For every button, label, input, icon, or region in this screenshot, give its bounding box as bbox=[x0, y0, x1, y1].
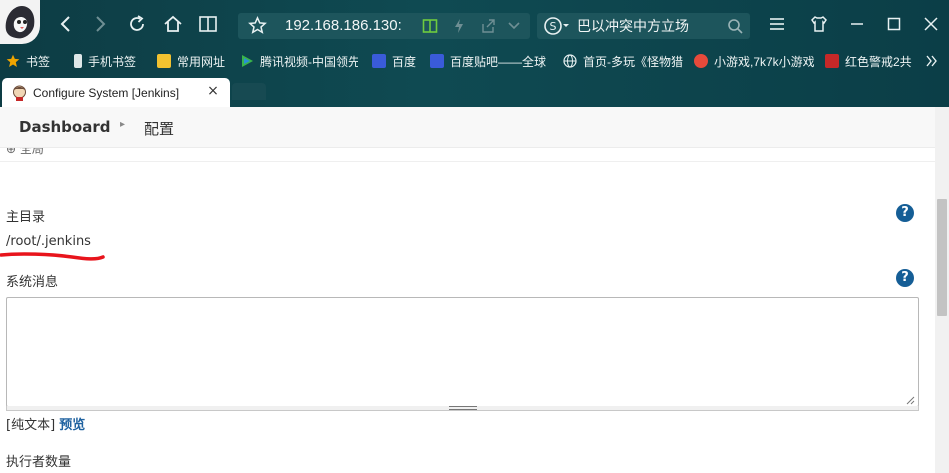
browser-chrome: 192.168.186.130:8 S 巴以冲突中方立场 书签 手机书签 常用网… bbox=[0, 0, 949, 107]
search-box[interactable]: S 巴以冲突中方立场 bbox=[537, 13, 750, 39]
page-scrollbar[interactable] bbox=[935, 107, 949, 473]
baidu-paw-icon bbox=[430, 54, 444, 68]
breadcrumb-separator-icon: ▸ bbox=[120, 119, 126, 130]
corner-resize-icon[interactable] bbox=[905, 395, 915, 405]
breadcrumb-current[interactable]: 配置 bbox=[144, 118, 174, 139]
home-directory-value: /root/.jenkins bbox=[6, 234, 91, 249]
star-icon bbox=[6, 54, 20, 68]
search-icon[interactable] bbox=[727, 18, 743, 38]
tab-close-button[interactable]: × bbox=[204, 82, 222, 100]
bookmark-item[interactable]: 首页-多玩《怪物猎 bbox=[563, 52, 683, 70]
partially-scrolled-section: ⊕ 全局 bbox=[0, 148, 935, 162]
bookmark-label: 手机书签 bbox=[88, 54, 137, 69]
svg-text:S: S bbox=[550, 20, 557, 33]
sidebar-panel-icon bbox=[199, 16, 217, 32]
bookmark-label: 书签 bbox=[26, 54, 51, 69]
bookmark-label: 首页-多玩《怪物猎 bbox=[583, 54, 683, 69]
partial-section-label: ⊕ 全局 bbox=[6, 148, 44, 156]
sidebar-button[interactable] bbox=[194, 10, 222, 38]
balloon-icon bbox=[694, 54, 708, 68]
textarea-resize-handle[interactable] bbox=[6, 406, 919, 411]
user-avatar[interactable] bbox=[0, 0, 40, 44]
close-icon bbox=[924, 17, 938, 31]
breadcrumb-dashboard-link[interactable]: Dashboard bbox=[19, 118, 110, 136]
markup-format-row: [纯文本] 预览 bbox=[6, 414, 85, 433]
plain-text-label: [纯文本] bbox=[6, 418, 56, 433]
preview-link[interactable]: 预览 bbox=[59, 418, 85, 433]
breadcrumb: Dashboard ▸ 配置 bbox=[0, 107, 935, 148]
tencent-video-icon bbox=[240, 54, 254, 68]
home-directory-help-icon[interactable]: ? bbox=[896, 204, 914, 222]
chevron-left-icon bbox=[60, 16, 70, 32]
executors-label: 执行者数量 bbox=[6, 455, 72, 470]
jia-icon bbox=[825, 54, 839, 68]
bookmarks-bar: 书签 手机书签 常用网址 腾讯视频-中国领先 百度 百度贴吧——全球 首页-多玩… bbox=[0, 48, 949, 74]
bookmark-label: 百度贴吧——全球 bbox=[450, 54, 547, 69]
scrollbar-thumb[interactable] bbox=[937, 199, 947, 316]
jenkins-configure-page: Dashboard ▸ 配置 ⊕ 全局 主目录 ? /root/.jenkins… bbox=[0, 107, 935, 473]
bookmark-star-icon[interactable] bbox=[248, 16, 267, 39]
folder-icon bbox=[157, 54, 171, 68]
lightning-icon[interactable] bbox=[452, 18, 466, 38]
double-chevron-right-icon bbox=[926, 55, 937, 67]
maximize-button[interactable] bbox=[880, 10, 908, 38]
tab-title: Configure System [Jenkins] bbox=[33, 86, 180, 100]
bookmark-label: 小游戏,7k7k小游戏 bbox=[714, 54, 814, 69]
close-window-button[interactable] bbox=[917, 10, 945, 38]
share-icon[interactable] bbox=[480, 18, 496, 38]
forward-button[interactable] bbox=[87, 10, 115, 38]
bookmark-item[interactable]: 常用网址 bbox=[157, 52, 231, 70]
bookmark-label: 百度 bbox=[392, 54, 417, 69]
bookmark-label: 常用网址 bbox=[177, 54, 226, 69]
shirt-icon bbox=[811, 16, 827, 32]
home-icon bbox=[164, 15, 182, 32]
bookmark-label: 红色警戒2共 bbox=[845, 54, 912, 69]
maximize-icon bbox=[887, 17, 901, 31]
bookmark-item[interactable]: 书签 bbox=[6, 52, 56, 70]
reload-icon bbox=[130, 15, 144, 31]
bookmark-label: 腾讯视频-中国领先 bbox=[260, 54, 358, 69]
red-underline-annotation bbox=[0, 252, 105, 261]
home-button[interactable] bbox=[159, 10, 187, 38]
back-button[interactable] bbox=[51, 10, 79, 38]
search-engine-icon[interactable]: S bbox=[543, 16, 571, 40]
tab-strip: Configure System [Jenkins] × bbox=[0, 76, 949, 107]
chevron-down-icon[interactable] bbox=[508, 20, 520, 35]
bookmark-item[interactable]: 小游戏,7k7k小游戏 bbox=[694, 52, 814, 70]
bookmarks-overflow-button[interactable] bbox=[926, 52, 944, 70]
minimize-icon bbox=[851, 23, 863, 25]
tab-configure-system[interactable]: Configure System [Jenkins] × bbox=[2, 78, 230, 107]
system-message-label: 系统消息 bbox=[6, 275, 59, 290]
home-directory-label: 主目录 bbox=[6, 210, 46, 225]
bookmark-item[interactable]: 红色警戒2共 bbox=[825, 52, 917, 70]
chevron-right-icon bbox=[96, 16, 106, 32]
grip-lines-icon bbox=[449, 406, 477, 410]
bookmark-item[interactable]: 百度贴吧——全球 bbox=[430, 52, 548, 70]
baidu-paw-icon bbox=[372, 54, 386, 68]
reload-button[interactable] bbox=[123, 10, 151, 38]
minimize-button[interactable] bbox=[843, 10, 871, 38]
bookmark-item[interactable]: 百度 bbox=[372, 52, 422, 70]
system-message-help-icon[interactable]: ? bbox=[896, 269, 914, 287]
phone-icon bbox=[74, 54, 82, 68]
address-bar[interactable]: 192.168.186.130:8 bbox=[238, 13, 530, 39]
search-query[interactable]: 巴以冲突中方立场 bbox=[577, 17, 689, 35]
globe-icon bbox=[563, 54, 577, 68]
reader-mode-icon[interactable] bbox=[422, 18, 438, 38]
hamburger-icon bbox=[770, 18, 784, 30]
new-tab-button[interactable] bbox=[232, 83, 266, 100]
bookmark-item[interactable]: 手机书签 bbox=[74, 52, 150, 70]
system-message-textarea[interactable] bbox=[6, 297, 919, 407]
bookmark-item[interactable]: 腾讯视频-中国领先 bbox=[240, 52, 358, 70]
jenkins-favicon-icon bbox=[12, 85, 27, 105]
menu-button[interactable] bbox=[763, 10, 791, 38]
browser-toolbar: 192.168.186.130:8 S 巴以冲突中方立场 bbox=[0, 0, 949, 48]
skin-button[interactable] bbox=[805, 10, 833, 38]
url-text[interactable]: 192.168.186.130:8 bbox=[285, 17, 401, 35]
